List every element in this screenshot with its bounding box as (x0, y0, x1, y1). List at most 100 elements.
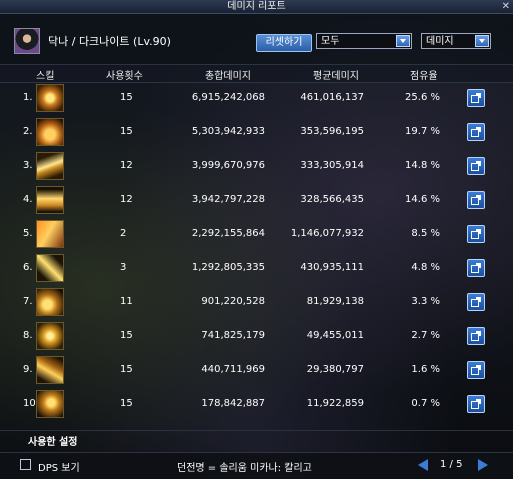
row-count: 2 (120, 228, 127, 239)
row-count: 11 (120, 296, 133, 307)
detail-icon[interactable] (467, 327, 485, 345)
damage-report-window: 데미지 리포트 ✕ 닥나 / 다크나이트 (Lv.90) 리셋하기 모두 데미지… (0, 0, 513, 479)
row-total: 5,303,942,933 (191, 126, 265, 137)
skill-icon (36, 220, 64, 248)
skill-icon (36, 254, 64, 282)
table-row: 9. 15 440,711,969 29,380,797 1.6 % (0, 354, 513, 385)
reset-button[interactable]: 리셋하기 (256, 34, 312, 52)
target-filter-select[interactable]: 모두 (316, 33, 412, 49)
column-share: 점유율 (410, 71, 438, 82)
row-avg: 81,929,138 (306, 296, 364, 307)
dps-checkbox[interactable] (20, 459, 31, 470)
row-share: 25.6 % (405, 92, 440, 103)
table-row: 1. 15 6,915,242,068 461,016,137 25.6 % (0, 82, 513, 113)
row-count: 15 (120, 364, 133, 375)
row-share: 0.7 % (411, 398, 440, 409)
row-index: 7. (23, 296, 33, 307)
row-count: 15 (120, 330, 133, 341)
row-total: 3,942,797,228 (191, 194, 265, 205)
row-share: 19.7 % (405, 126, 440, 137)
skill-icon (36, 288, 64, 316)
row-total: 3,999,670,976 (191, 160, 265, 171)
table-row: 4. 12 3,942,797,228 328,566,435 14.6 % (0, 184, 513, 215)
skill-icon (36, 152, 64, 180)
detail-icon[interactable] (467, 259, 485, 277)
detail-icon[interactable] (467, 191, 485, 209)
character-name: 닥나 / 다크나이트 (Lv.90) (48, 35, 171, 48)
row-count: 12 (120, 194, 133, 205)
row-index: 2. (23, 126, 33, 137)
row-avg: 1,146,077,932 (290, 228, 364, 239)
target-filter-value: 모두 (321, 36, 340, 47)
detail-icon[interactable] (467, 395, 485, 413)
table-row: 3. 12 3,999,670,976 333,305,914 14.8 % (0, 150, 513, 181)
row-avg: 328,566,435 (300, 194, 364, 205)
footer-divider (0, 430, 513, 431)
table-row: 2. 15 5,303,942,933 353,596,195 19.7 % (0, 116, 513, 147)
row-count: 3 (120, 262, 127, 273)
column-avg: 평균데미지 (313, 71, 359, 82)
row-avg: 333,305,914 (300, 160, 364, 171)
row-avg: 49,455,011 (306, 330, 364, 341)
row-count: 15 (120, 126, 133, 137)
settings-label[interactable]: 사용한 설정 (28, 433, 77, 448)
table-row: 10. 15 178,842,887 11,922,859 0.7 % (0, 388, 513, 419)
row-count: 12 (120, 160, 133, 171)
skill-icon (36, 322, 64, 350)
row-share: 1.6 % (411, 364, 440, 375)
detail-icon[interactable] (467, 89, 485, 107)
row-index: 9. (23, 364, 33, 375)
chevron-right-icon[interactable] (478, 459, 488, 471)
row-total: 1,292,805,335 (191, 262, 265, 273)
detail-icon[interactable] (467, 361, 485, 379)
row-index: 4. (23, 194, 33, 205)
row-total: 901,220,528 (201, 296, 265, 307)
row-index: 5. (23, 228, 33, 239)
row-share: 8.5 % (411, 228, 440, 239)
row-total: 2,292,155,864 (191, 228, 265, 239)
row-avg: 430,935,111 (300, 262, 364, 273)
skill-icon (36, 118, 64, 146)
row-index: 8. (23, 330, 33, 341)
row-index: 6. (23, 262, 33, 273)
column-skill: 스킬 (36, 71, 55, 82)
table-header: 스킬 사용횟수 총합데미지 평균데미지 점유율 (0, 64, 513, 83)
detail-icon[interactable] (467, 225, 485, 243)
skill-icon (36, 390, 64, 418)
metric-filter-value: 데미지 (426, 36, 454, 47)
detail-icon[interactable] (467, 293, 485, 311)
avatar (14, 28, 40, 54)
row-total: 178,842,887 (201, 398, 265, 409)
row-total: 741,825,179 (201, 330, 265, 341)
row-count: 15 (120, 92, 133, 103)
skill-icon (36, 186, 64, 214)
skill-icon (36, 84, 64, 112)
window-titlebar[interactable]: 데미지 리포트 ✕ (0, 0, 513, 14)
row-total: 440,711,969 (201, 364, 265, 375)
dps-label: DPS 보기 (38, 463, 80, 474)
chevron-down-icon[interactable] (396, 35, 410, 47)
row-index: 1. (23, 92, 33, 103)
row-index: 3. (23, 160, 33, 171)
column-total: 총합데미지 (205, 71, 251, 82)
row-share: 3.3 % (411, 296, 440, 307)
column-count: 사용횟수 (106, 71, 143, 82)
detail-icon[interactable] (467, 157, 485, 175)
row-total: 6,915,242,068 (191, 92, 265, 103)
row-avg: 461,016,137 (300, 92, 364, 103)
row-avg: 11,922,859 (306, 398, 364, 409)
row-share: 14.6 % (405, 194, 440, 205)
table-row: 6. 3 1,292,805,335 430,935,111 4.8 % (0, 252, 513, 283)
detail-icon[interactable] (467, 123, 485, 141)
row-avg: 29,380,797 (306, 364, 364, 375)
row-count: 15 (120, 398, 133, 409)
table-row: 5. 2 2,292,155,864 1,146,077,932 8.5 % (0, 218, 513, 249)
chevron-down-icon[interactable] (475, 35, 489, 47)
row-avg: 353,596,195 (300, 126, 364, 137)
close-icon[interactable]: ✕ (502, 0, 510, 13)
row-share: 2.7 % (411, 330, 440, 341)
metric-filter-select[interactable]: 데미지 (421, 33, 491, 49)
row-share: 4.8 % (411, 262, 440, 273)
dungeon-name: 던전명 = 솔리움 미카나: 칼리고 (177, 463, 312, 474)
chevron-left-icon[interactable] (418, 459, 428, 471)
